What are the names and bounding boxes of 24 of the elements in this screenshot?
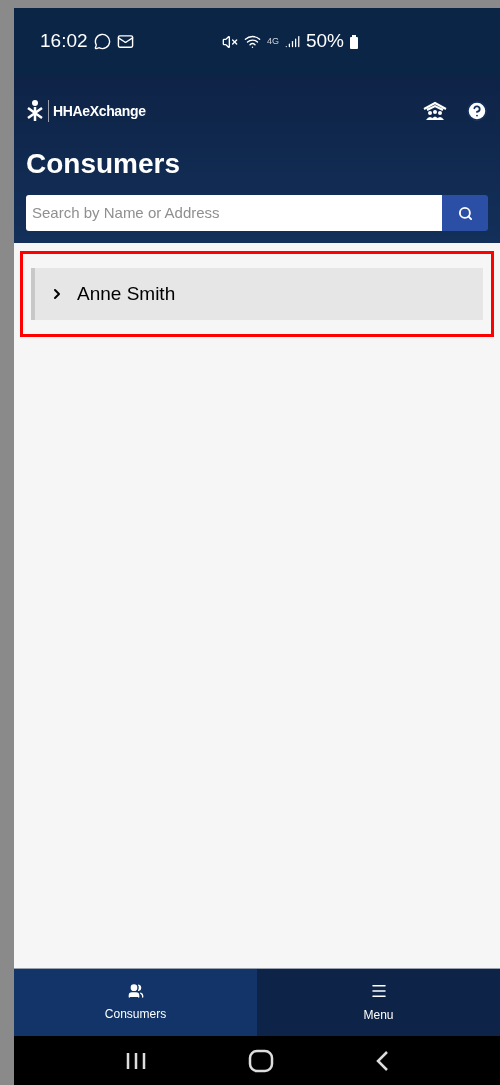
status-time: 16:02 [40,29,88,54]
agency-icon[interactable] [422,101,448,121]
page-title: Consumers [26,147,182,181]
tab[interactable]: Consumers [14,969,257,1036]
mute-icon [221,33,238,50]
search-field[interactable]: Search by Name or Address [26,195,442,231]
chat-icon [93,33,111,50]
tab[interactable]: Menu [257,969,500,1036]
search-button[interactable] [442,195,488,231]
people-icon [127,982,144,999]
network-label: 4G [266,34,279,48]
help-icon[interactable] [466,100,488,122]
recent-apps-icon[interactable] [124,1050,147,1071]
home-icon[interactable] [248,1048,274,1073]
battery-level: 50% [305,29,344,54]
consumer-row[interactable]: Anne Smith [31,268,483,320]
logo-figure-icon [26,100,44,122]
wifi-icon [243,33,261,50]
battery-icon [350,34,358,49]
mail-icon [116,33,134,50]
search-icon [457,205,473,221]
logo-text: HHAeXchange [53,101,146,121]
back-icon[interactable] [375,1049,390,1072]
signal-icon [284,34,300,49]
